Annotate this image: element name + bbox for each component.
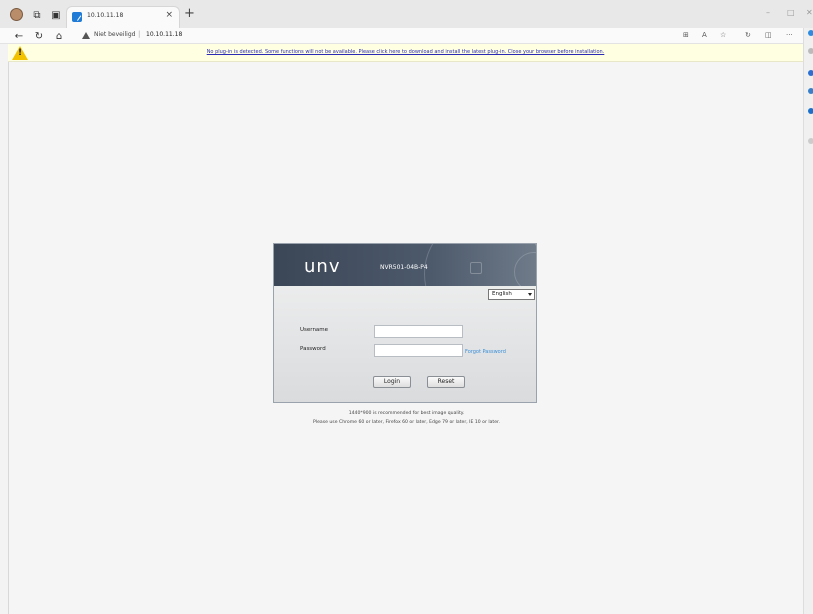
site-favicon-icon	[72, 12, 82, 22]
title-bar: ⧉ ▣ 10.10.11.18 × + – □ ✕	[0, 0, 813, 28]
new-tab-button[interactable]: +	[184, 7, 195, 20]
url-text[interactable]: 10.10.11.18	[146, 31, 182, 38]
tab-title: 10.10.11.18	[87, 12, 124, 19]
more-menu-icon[interactable]: ···	[786, 31, 793, 39]
maximize-button[interactable]: □	[787, 8, 795, 17]
username-label: Username	[300, 327, 329, 333]
tools-icon[interactable]	[808, 88, 813, 94]
workspaces-icon[interactable]: ⧉	[31, 9, 43, 21]
split-screen-icon[interactable]: ◫	[765, 31, 772, 39]
home-icon[interactable]: ⌂	[52, 28, 66, 44]
plugin-info-bar: ! No plug-in is detected. Some functions…	[8, 44, 803, 62]
refresh-icon[interactable]: ↻	[32, 28, 46, 44]
outlook-icon[interactable]	[808, 108, 813, 114]
chevron-down-icon	[528, 293, 532, 296]
login-button[interactable]: Login	[373, 376, 411, 388]
forgot-password-link[interactable]: Forgot Password	[465, 349, 506, 355]
header-decoration	[470, 262, 482, 274]
tab-actions-icon[interactable]: ▣	[50, 9, 62, 21]
password-field[interactable]	[374, 344, 463, 357]
back-arrow-icon[interactable]: ←	[12, 28, 26, 44]
login-dialog: unv NVR501-04B-P4 English Username Passw…	[273, 243, 537, 403]
plugin-download-link[interactable]: No plug-in is detected. Some functions w…	[8, 49, 803, 55]
password-label: Password	[300, 346, 326, 352]
search-icon[interactable]	[808, 48, 813, 54]
favorite-star-icon[interactable]: ☆	[720, 31, 726, 39]
copilot-icon[interactable]	[808, 30, 813, 36]
shopping-icon[interactable]	[808, 70, 813, 76]
add-icon[interactable]	[808, 138, 813, 144]
tab-close-icon[interactable]: ×	[165, 10, 173, 20]
security-label: Niet beveiligd	[94, 31, 136, 38]
url-separator: |	[138, 30, 141, 38]
tab-active[interactable]: 10.10.11.18 ×	[66, 6, 180, 28]
not-secure-icon	[82, 32, 90, 39]
reset-button[interactable]: Reset	[427, 376, 465, 388]
browser-support-note: Please use Chrome 60 or later, Firefox 6…	[313, 420, 500, 425]
device-model: NVR501-04B-P4	[380, 264, 428, 271]
profile-avatar[interactable]	[10, 8, 23, 21]
close-window-button[interactable]: ✕	[806, 8, 813, 17]
immersive-reader-icon[interactable]: ⊞	[683, 31, 689, 39]
minimize-button[interactable]: –	[766, 8, 770, 17]
language-select[interactable]: English	[488, 289, 535, 300]
unv-logo: unv	[304, 256, 341, 277]
login-header: unv NVR501-04B-P4	[274, 244, 536, 286]
resolution-note: 1440*900 is recommended for best image q…	[348, 411, 465, 416]
username-field[interactable]	[374, 325, 463, 338]
refresh-extension-icon[interactable]: ↻	[745, 31, 751, 39]
edge-sidebar	[803, 28, 813, 614]
language-value: English	[492, 291, 512, 297]
read-aloud-icon[interactable]: A	[702, 31, 707, 39]
address-bar[interactable]: Niet beveiligd | 10.10.11.18	[74, 29, 664, 43]
address-toolbar: ← ↻ ⌂ Niet beveiligd | 10.10.11.18 ⊞ A ☆…	[0, 28, 813, 44]
